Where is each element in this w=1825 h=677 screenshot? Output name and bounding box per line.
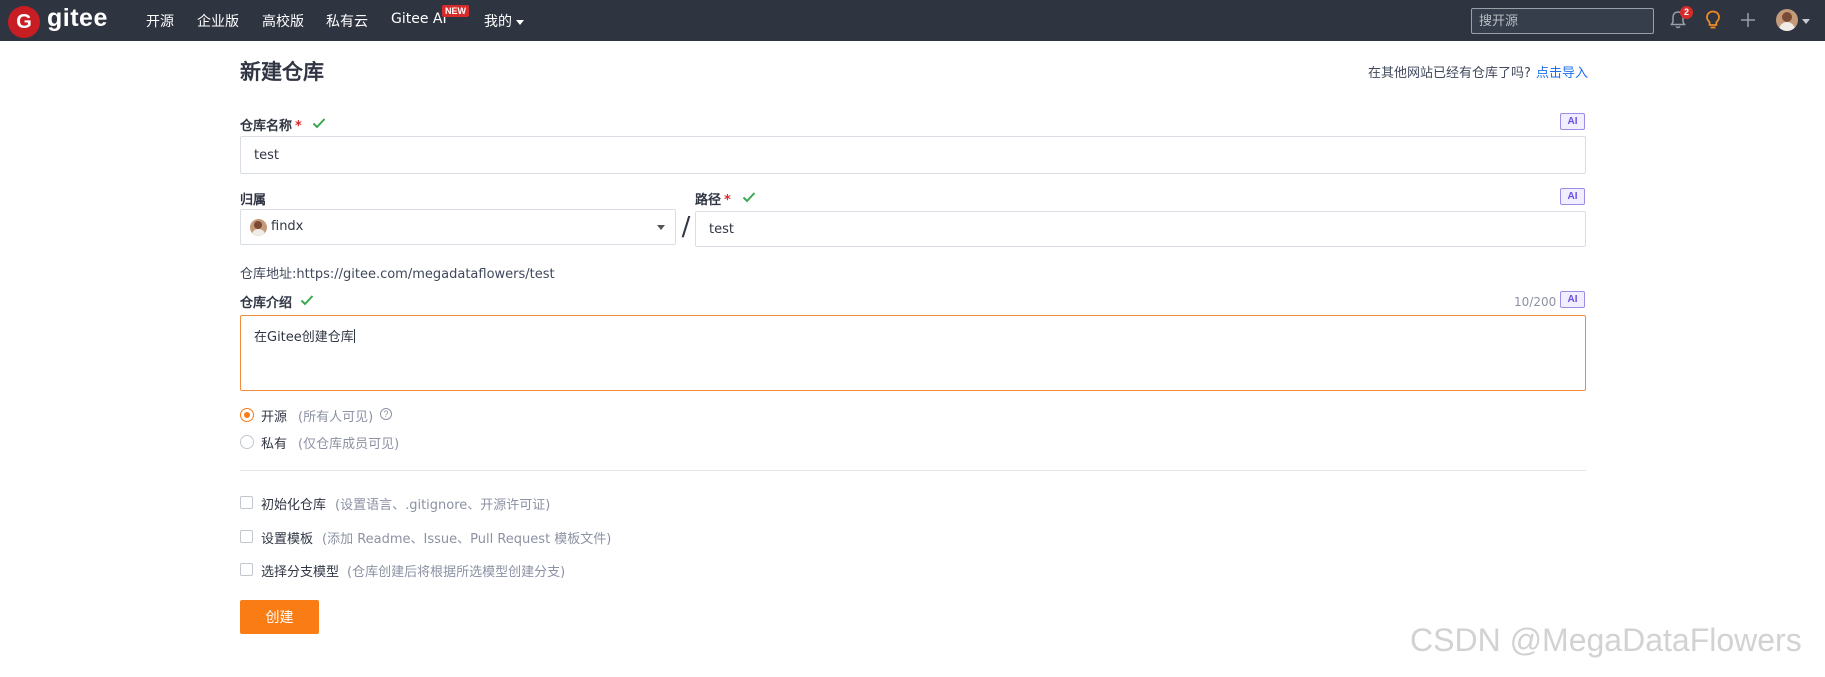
gitee-logo-text[interactable]: gitee — [47, 4, 108, 33]
page-title: 新建仓库 — [240, 60, 324, 84]
plus-icon[interactable] — [1736, 8, 1760, 32]
repo-address-label: 仓库地址: — [240, 267, 297, 282]
nav-gitee-ai[interactable]: Gitee AI — [391, 11, 447, 27]
check-icon — [312, 118, 326, 129]
path-label: 路径 * — [695, 189, 731, 208]
owner-label: 归属 — [240, 193, 267, 208]
text-cursor — [353, 329, 355, 343]
description-char-counter: 10/200 — [1514, 295, 1557, 309]
chevron-down-icon[interactable] — [1802, 19, 1810, 24]
owner-name: findx — [271, 219, 304, 234]
ai-assist-button-name[interactable]: AI — [1560, 113, 1585, 130]
description-text: 在Gitee创建仓库 — [254, 330, 354, 345]
path-separator: / — [681, 212, 691, 242]
gitee-logo-icon[interactable]: G — [8, 6, 40, 38]
checkbox-branch-model-label[interactable]: 选择分支模型 — [261, 561, 339, 580]
chevron-down-icon — [657, 225, 665, 230]
repo-name-label-text: 仓库名称 — [240, 119, 293, 134]
required-mark: * — [295, 119, 302, 134]
owner-select[interactable]: findx — [240, 209, 676, 245]
required-mark: * — [724, 193, 731, 208]
lightbulb-icon[interactable] — [1701, 8, 1725, 32]
description-label: 仓库介绍 — [240, 296, 293, 311]
nav-mine-dropdown[interactable]: 我的 — [484, 11, 524, 31]
chevron-down-icon — [516, 19, 524, 25]
section-divider — [240, 470, 1586, 471]
repo-name-input[interactable] — [240, 136, 1586, 174]
radio-open-source[interactable] — [240, 408, 254, 422]
radio-private-label[interactable]: 私有 — [261, 433, 287, 452]
ai-assist-button-description[interactable]: AI — [1560, 291, 1585, 308]
description-textarea[interactable]: 在Gitee创建仓库 — [240, 315, 1586, 391]
checkbox-template-hint: (添加 Readme、Issue、Pull Request 模板文件) — [322, 532, 612, 547]
radio-private-hint: (仅仓库成员可见) — [298, 437, 400, 452]
checkbox-template-label[interactable]: 设置模板 — [261, 528, 313, 547]
checkbox-init-repo[interactable] — [240, 496, 253, 509]
nav-private-cloud[interactable]: 私有云 — [326, 11, 368, 31]
top-navbar: G gitee 开源 企业版 高校版 私有云 Gitee AI NEW 我的 2 — [0, 0, 1825, 41]
repo-name-label: 仓库名称 * — [240, 115, 302, 134]
create-button[interactable]: 创建 — [240, 600, 319, 634]
checkbox-branch-model[interactable] — [240, 563, 253, 576]
check-icon — [742, 192, 756, 203]
ai-assist-button-path[interactable]: AI — [1560, 188, 1585, 205]
nav-mine-label: 我的 — [484, 14, 512, 30]
owner-avatar — [250, 219, 267, 236]
checkbox-template[interactable] — [240, 530, 253, 543]
nav-education[interactable]: 高校版 — [262, 11, 304, 31]
repo-address: 仓库地址:https://gitee.com/megadataflowers/t… — [240, 263, 555, 282]
radio-open-source-hint: (所有人可见) — [298, 410, 374, 425]
check-icon — [300, 295, 314, 306]
import-link[interactable]: 点击导入 — [1536, 62, 1588, 81]
import-prompt: 在其他网站已经有仓库了吗? — [1368, 66, 1531, 81]
radio-open-source-label[interactable]: 开源 — [261, 406, 287, 425]
user-avatar[interactable] — [1776, 9, 1798, 31]
nav-enterprise[interactable]: 企业版 — [197, 11, 239, 31]
repo-address-value: https://gitee.com/megadataflowers/test — [296, 267, 555, 282]
nav-open-source[interactable]: 开源 — [146, 11, 174, 31]
checkbox-init-repo-label[interactable]: 初始化仓库 — [261, 494, 326, 513]
path-input[interactable] — [695, 211, 1586, 247]
checkbox-branch-model-hint: (仓库创建后将根据所选模型创建分支) — [347, 565, 566, 580]
notification-badge: 2 — [1680, 6, 1693, 19]
watermark: CSDN @MegaDataFlowers — [1410, 622, 1802, 658]
path-label-text: 路径 — [695, 193, 722, 208]
new-badge: NEW — [442, 5, 469, 17]
help-icon[interactable]: ? — [380, 408, 392, 420]
radio-private[interactable] — [240, 435, 254, 449]
search-input[interactable] — [1471, 8, 1654, 34]
checkbox-init-repo-hint: (设置语言、.gitignore、开源许可证) — [335, 498, 551, 513]
